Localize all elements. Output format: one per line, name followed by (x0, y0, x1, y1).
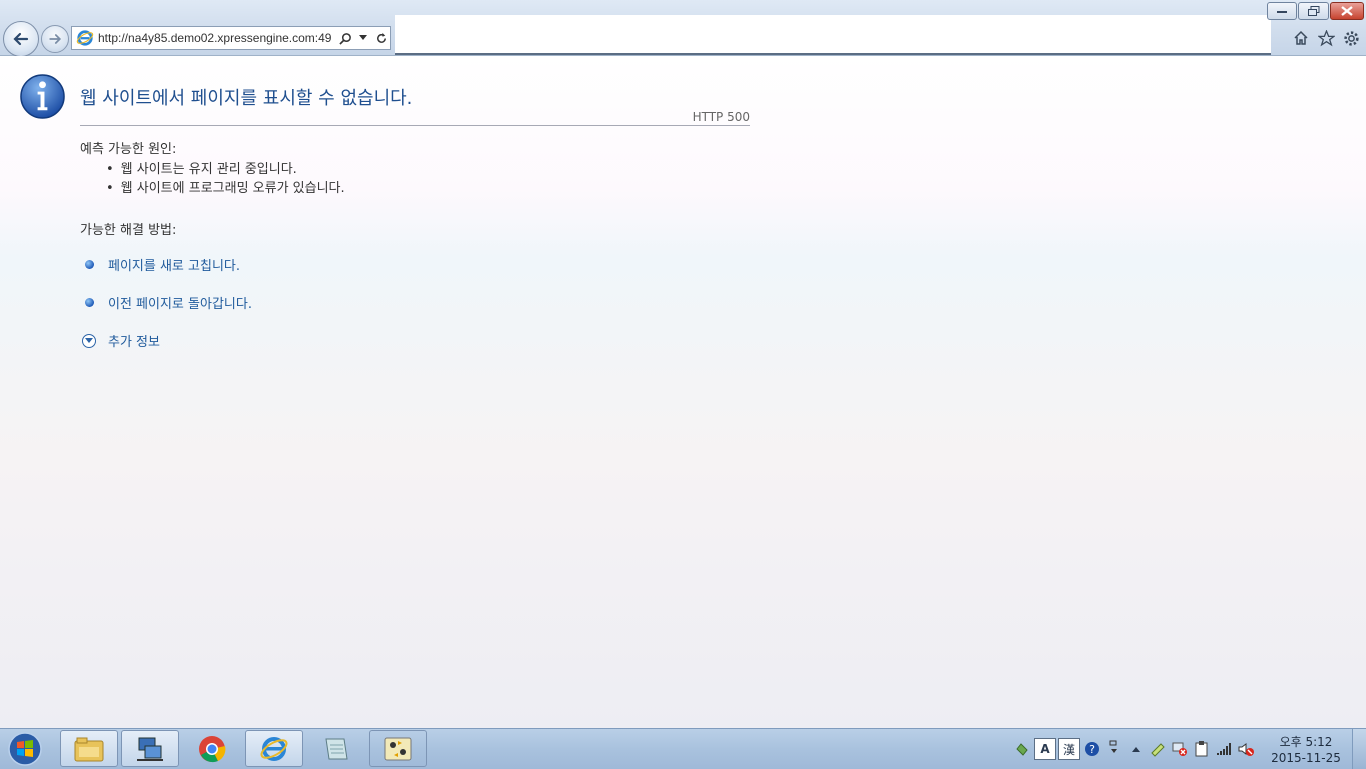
solutions-label: 가능한 해결 방법: (80, 223, 177, 238)
back-button[interactable] (3, 21, 39, 57)
close-icon (1341, 6, 1353, 16)
signal-strength-icon[interactable] (1214, 739, 1234, 759)
ie-page-icon (76, 30, 94, 46)
start-button[interactable] (2, 730, 48, 768)
show-hidden-icons-arrow[interactable] (1126, 739, 1146, 759)
refresh-page-label[interactable]: 페이지를 새로 고칩니다. (108, 255, 240, 274)
clock[interactable]: 오후 5:12 2015-11-25 (1268, 734, 1344, 766)
bullet-icon (85, 260, 94, 269)
taskbar-users-button[interactable] (369, 730, 427, 767)
windows-logo-icon (8, 732, 42, 766)
svg-text:?: ? (1089, 743, 1095, 756)
taskbar-ie-button[interactable] (245, 730, 303, 767)
dropdown-arrow-icon[interactable] (354, 28, 372, 48)
restore-icon (1307, 6, 1319, 16)
title-divider (80, 125, 750, 126)
taskbar: A 漢 ? 오후 5:12 2015-11-25 (0, 728, 1366, 769)
forward-button[interactable] (41, 25, 69, 53)
forward-arrow-icon (49, 34, 62, 44)
user-switch-icon (384, 737, 412, 760)
clipboard-icon[interactable] (1192, 739, 1212, 759)
http-status-code: HTTP 500 (692, 110, 750, 124)
usb-device-icon[interactable] (1148, 739, 1168, 759)
ime-mode-indicator[interactable]: A (1034, 738, 1056, 760)
taskbar-explorer-button[interactable] (60, 730, 118, 767)
address-bar[interactable]: http://na4y85.demo02.xpressengine.com:49 (71, 26, 391, 50)
more-info-toggle[interactable]: 추가 정보 (82, 331, 160, 350)
help-icon[interactable]: ? (1082, 739, 1102, 759)
causes-label: 예측 가능한 원인: (80, 142, 177, 157)
volume-muted-icon[interactable] (1236, 739, 1256, 759)
close-button[interactable] (1330, 2, 1364, 20)
minimize-button[interactable] (1267, 2, 1297, 20)
favorites-star-icon[interactable] (1316, 28, 1336, 48)
network-disconnected-icon[interactable] (1170, 739, 1190, 759)
clock-time: 오후 5:12 (1279, 735, 1333, 749)
restore-button[interactable] (1298, 2, 1329, 20)
taskbar-notepad-button[interactable] (307, 730, 365, 767)
more-info-label[interactable]: 추가 정보 (108, 331, 160, 350)
system-tray: A 漢 ? (1012, 735, 1258, 763)
refresh-icon[interactable] (372, 28, 390, 48)
error-title: 웹 사이트에서 페이지를 표시할 수 없습니다. (80, 88, 413, 109)
gear-icon[interactable] (1341, 28, 1361, 48)
show-desktop-button[interactable] (1352, 729, 1366, 769)
refresh-page-link[interactable]: 페이지를 새로 고칩니다. (85, 255, 240, 274)
new-tab-area[interactable] (1255, 15, 1271, 53)
bullet-icon (85, 298, 94, 307)
search-icon[interactable] (336, 28, 354, 48)
cause-item: 웹 사이트는 유지 관리 중입니다. (106, 158, 345, 177)
taskbar-network-button[interactable] (121, 730, 179, 767)
taskbar-chrome-button[interactable] (183, 730, 241, 767)
input-language-icon[interactable] (1012, 739, 1032, 759)
back-arrow-icon (13, 32, 29, 46)
ime-options-icon[interactable] (1104, 739, 1124, 759)
cause-list: 웹 사이트는 유지 관리 중입니다. 웹 사이트에 프로그래밍 오류가 있습니다… (106, 158, 345, 196)
home-icon[interactable] (1291, 28, 1311, 48)
folder-icon (74, 737, 104, 761)
go-back-label[interactable]: 이전 페이지로 돌아갑니다. (108, 293, 252, 312)
clock-date: 2015-11-25 (1271, 751, 1341, 765)
browser-toolbar: http://na4y85.demo02.xpressengine.com:49 (0, 0, 1366, 57)
chrome-icon (199, 735, 226, 762)
ime-hanja-indicator[interactable]: 漢 (1058, 738, 1080, 760)
address-url[interactable]: http://na4y85.demo02.xpressengine.com:49 (98, 31, 336, 45)
network-computer-icon (137, 737, 163, 761)
tab-strip (395, 15, 1271, 55)
notepad-icon (325, 738, 348, 759)
cause-item: 웹 사이트에 프로그래밍 오류가 있습니다. (106, 177, 345, 196)
internet-explorer-icon (260, 736, 288, 761)
info-icon (20, 74, 65, 119)
minimize-icon (1277, 11, 1287, 13)
go-back-link[interactable]: 이전 페이지로 돌아갑니다. (85, 293, 252, 312)
expand-chevron-icon (82, 333, 96, 348)
page-content (0, 56, 1366, 728)
